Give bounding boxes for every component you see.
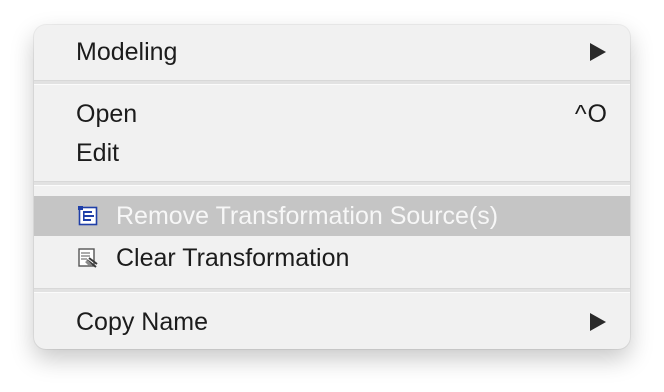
menu-item-shortcut: ^O bbox=[574, 99, 608, 128]
menu-item-label: Open bbox=[76, 99, 138, 128]
menu-item-copy-name[interactable]: Copy Name bbox=[34, 302, 630, 342]
menu-separator bbox=[34, 288, 630, 293]
menu-item-label: Clear Transformation bbox=[116, 243, 350, 272]
menu-item-label: Edit bbox=[76, 138, 120, 167]
menu-separator bbox=[34, 181, 630, 186]
menu-item-label: Copy Name bbox=[76, 307, 208, 336]
menu-item-edit[interactable]: Edit bbox=[34, 133, 630, 173]
menu-item-clear-transformation[interactable]: Clear Transformation bbox=[34, 238, 630, 278]
clear-transformation-icon bbox=[78, 248, 98, 268]
remove-transformation-source-icon bbox=[78, 206, 98, 226]
menu-separator bbox=[34, 80, 630, 85]
context-menu: Modeling Open ^O Edit Remove Transformat… bbox=[34, 25, 630, 349]
menu-item-modeling[interactable]: Modeling bbox=[34, 32, 630, 72]
submenu-arrow-icon bbox=[590, 313, 606, 331]
menu-item-remove-transformation-source[interactable]: Remove Transformation Source(s) bbox=[34, 196, 630, 236]
menu-item-label: Modeling bbox=[76, 37, 178, 66]
menu-item-open[interactable]: Open ^O bbox=[34, 94, 630, 134]
submenu-arrow-icon bbox=[590, 43, 606, 61]
menu-item-label: Remove Transformation Source(s) bbox=[116, 201, 499, 230]
